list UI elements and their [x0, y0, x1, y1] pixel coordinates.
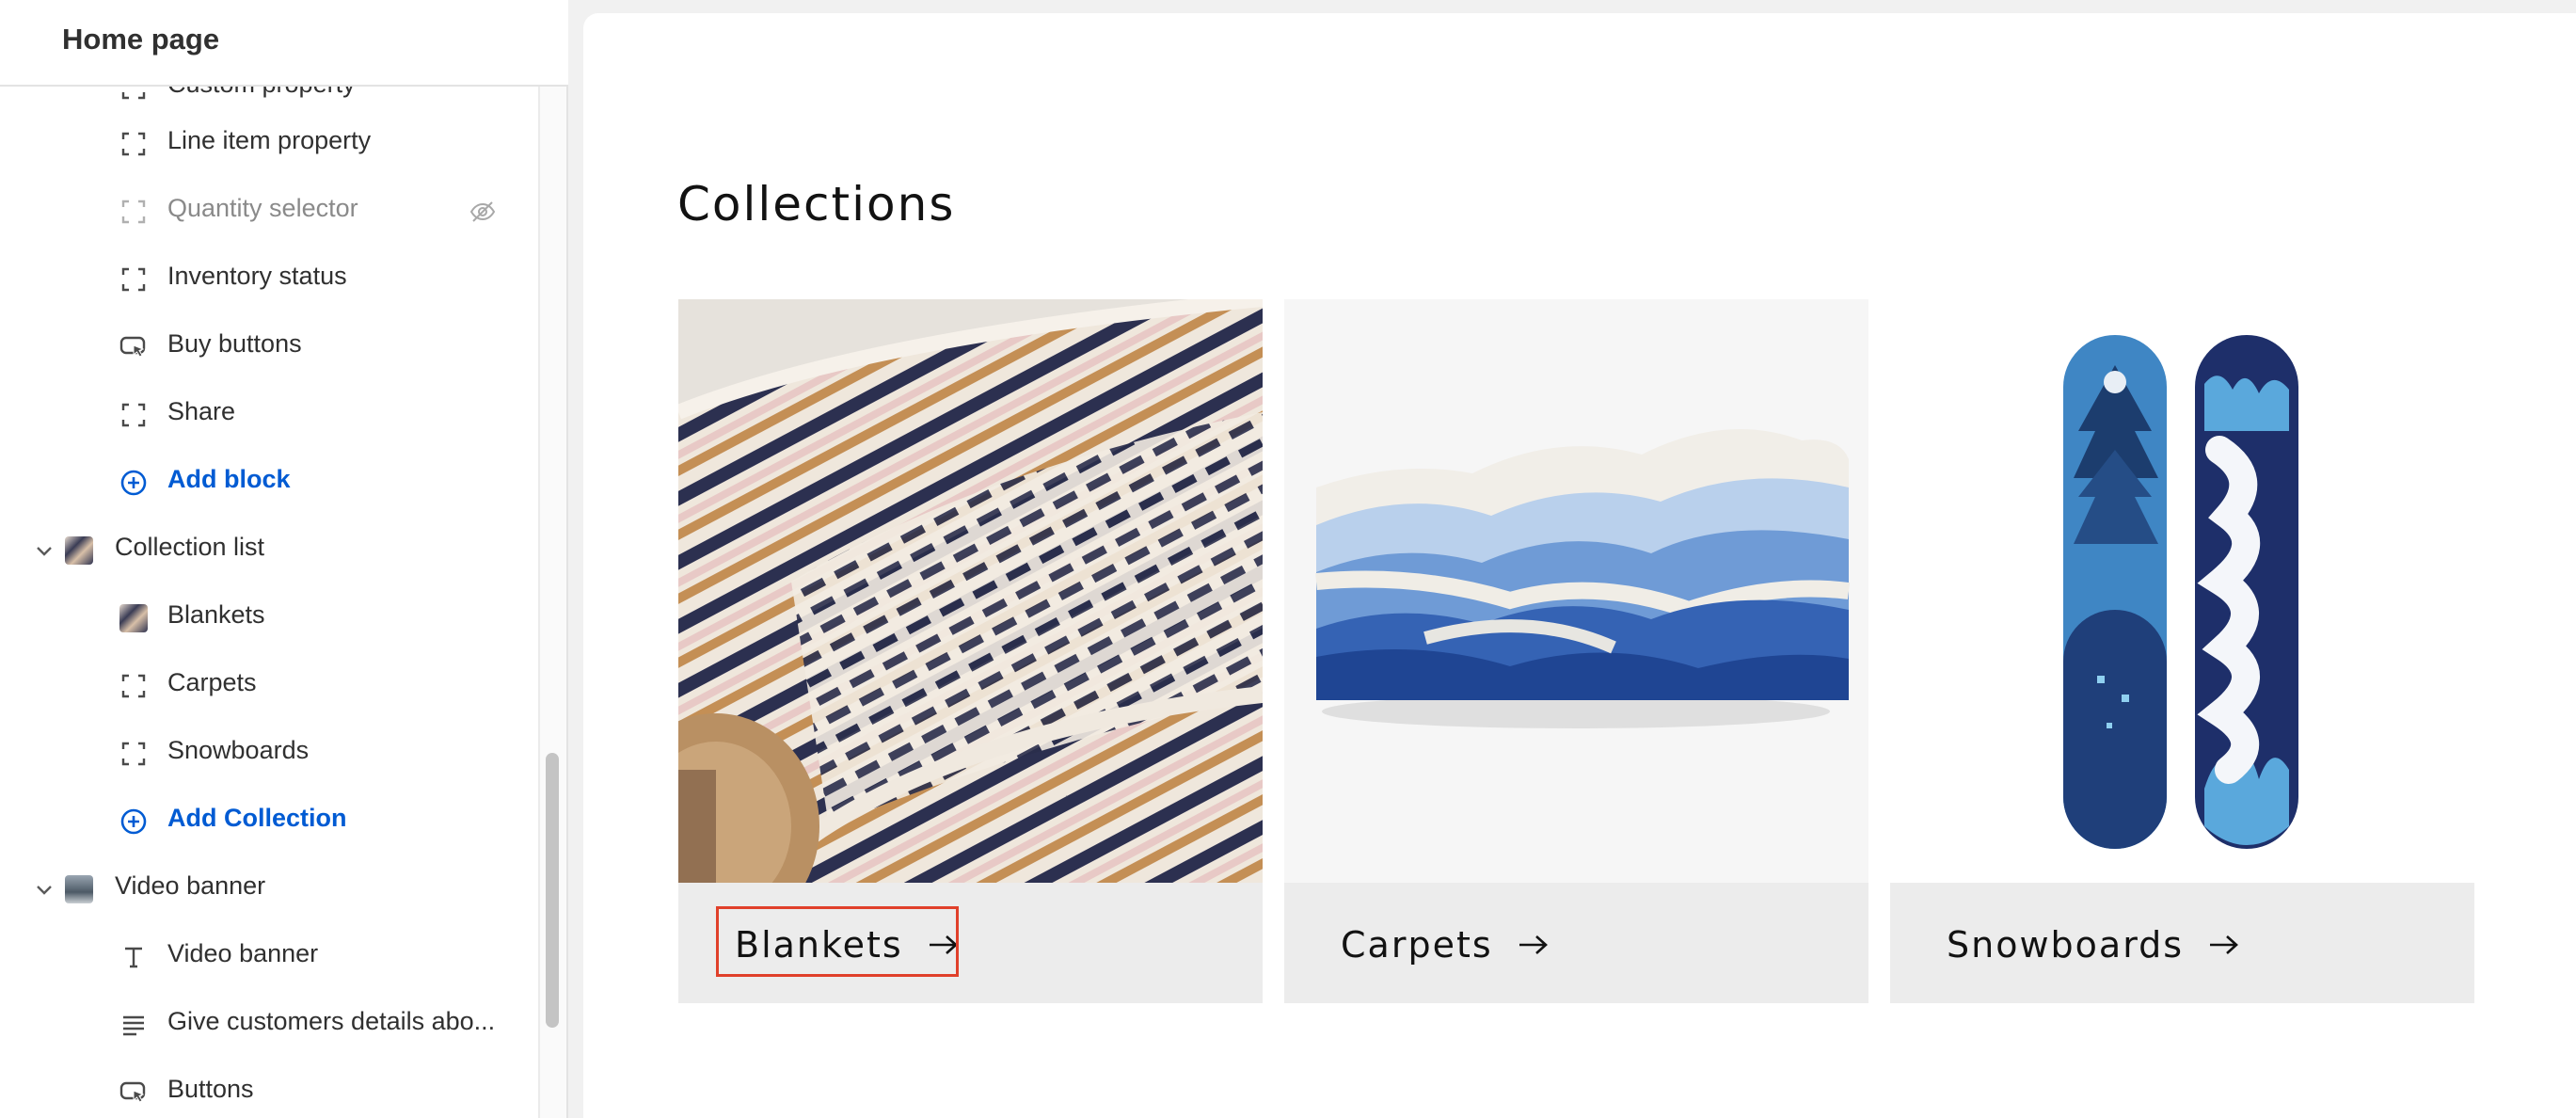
- dashed-square-icon: [119, 130, 148, 158]
- tree-item-share[interactable]: Share: [0, 380, 538, 448]
- editor-sidebar: Home page Custom property Line item prop…: [0, 0, 568, 1118]
- video-thumbnail: [65, 875, 93, 903]
- arrow-right-icon: [1519, 935, 1548, 954]
- add-block-button[interactable]: Add block: [0, 448, 538, 516]
- tree-item-label: Quantity selector: [167, 194, 358, 222]
- page-title: Home page: [62, 23, 220, 56]
- tree-item-label: Inventory status: [167, 262, 347, 290]
- tree-item-label: Give customers details abo...: [167, 1007, 496, 1035]
- sidebar-header: Home page: [0, 0, 568, 87]
- collection-thumbnail: [65, 536, 93, 565]
- text-icon: [119, 943, 148, 971]
- chevron-down-icon[interactable]: [32, 877, 56, 902]
- dashed-square-icon: [119, 401, 148, 429]
- eye-slash-icon[interactable]: [469, 198, 497, 226]
- tree-item-label: Buttons: [167, 1075, 254, 1103]
- tree-item-label: Buy buttons: [167, 329, 302, 358]
- section-video-banner[interactable]: Video banner: [0, 854, 538, 922]
- cursor-button-icon: [119, 333, 148, 361]
- blanket-photo[interactable]: [678, 299, 1263, 883]
- tree-item-paragraph[interactable]: Give customers details abo...: [0, 990, 538, 1058]
- collection-link-carpets[interactable]: Carpets: [1341, 913, 1550, 977]
- add-block-label: Add block: [167, 465, 291, 493]
- tree-item-snowboards[interactable]: Snowboards: [0, 719, 538, 787]
- snowboards-photo[interactable]: [1890, 299, 2474, 883]
- tree-item-label: Snowboards: [167, 736, 310, 764]
- collection-title: Carpets: [1341, 924, 1493, 966]
- plus-circle-icon: [119, 807, 148, 836]
- tree-item-label: Share: [167, 397, 236, 425]
- section-label: Collection list: [115, 533, 265, 561]
- collection-link-snowboards[interactable]: Snowboards: [1947, 913, 2240, 977]
- tree-item-carpets[interactable]: Carpets: [0, 651, 538, 719]
- add-collection-label: Add Collection: [167, 804, 347, 832]
- dashed-square-icon: [119, 740, 148, 768]
- tree-item-line-item-property[interactable]: Line item property: [0, 109, 538, 177]
- section-collection-list[interactable]: Collection list: [0, 516, 538, 583]
- chevron-down-icon[interactable]: [32, 538, 56, 563]
- section-tree: Custom property Line item property Quant…: [0, 87, 538, 1118]
- dashed-square-icon: [119, 672, 148, 700]
- plus-circle-icon: [119, 469, 148, 497]
- tree-item-label: Video banner: [167, 939, 319, 967]
- collection-title: Snowboards: [1947, 924, 2185, 966]
- tree-item-label: Custom property: [167, 87, 356, 99]
- tree-item-buttons[interactable]: Buttons: [0, 1058, 538, 1118]
- dashed-square-icon: [119, 198, 148, 226]
- collection-card-carpets[interactable]: Carpets: [1284, 299, 1868, 1003]
- tree-item-video-banner-heading[interactable]: Video banner: [0, 922, 538, 990]
- tree-item-inventory-status[interactable]: Inventory status: [0, 245, 538, 312]
- selected-block-outline: [716, 906, 959, 977]
- paragraph-icon: [119, 1011, 148, 1039]
- arrow-right-icon: [2210, 935, 2239, 954]
- blanket-thumbnail: [119, 604, 148, 632]
- cursor-button-icon: [119, 1078, 148, 1107]
- carpet-photo[interactable]: [1284, 299, 1868, 883]
- tree-item-blankets[interactable]: Blankets: [0, 583, 538, 651]
- collection-card-blankets[interactable]: Blankets: [678, 299, 1263, 1003]
- add-collection-button[interactable]: Add Collection: [0, 787, 538, 854]
- tree-item-label: Blankets: [167, 600, 265, 629]
- dashed-square-icon: [119, 87, 148, 102]
- section-label: Video banner: [115, 871, 266, 900]
- sidebar-scrollbar-thumb[interactable]: [546, 753, 559, 1028]
- collection-card-snowboards[interactable]: Snowboards: [1890, 299, 2474, 1003]
- tree-item-buy-buttons[interactable]: Buy buttons: [0, 312, 538, 380]
- collections-heading: Collections: [677, 177, 956, 232]
- tree-item-quantity-selector[interactable]: Quantity selector: [0, 177, 538, 245]
- tree-item-label: Carpets: [167, 668, 257, 696]
- dashed-square-icon: [119, 265, 148, 294]
- tree-item-label: Line item property: [167, 126, 372, 154]
